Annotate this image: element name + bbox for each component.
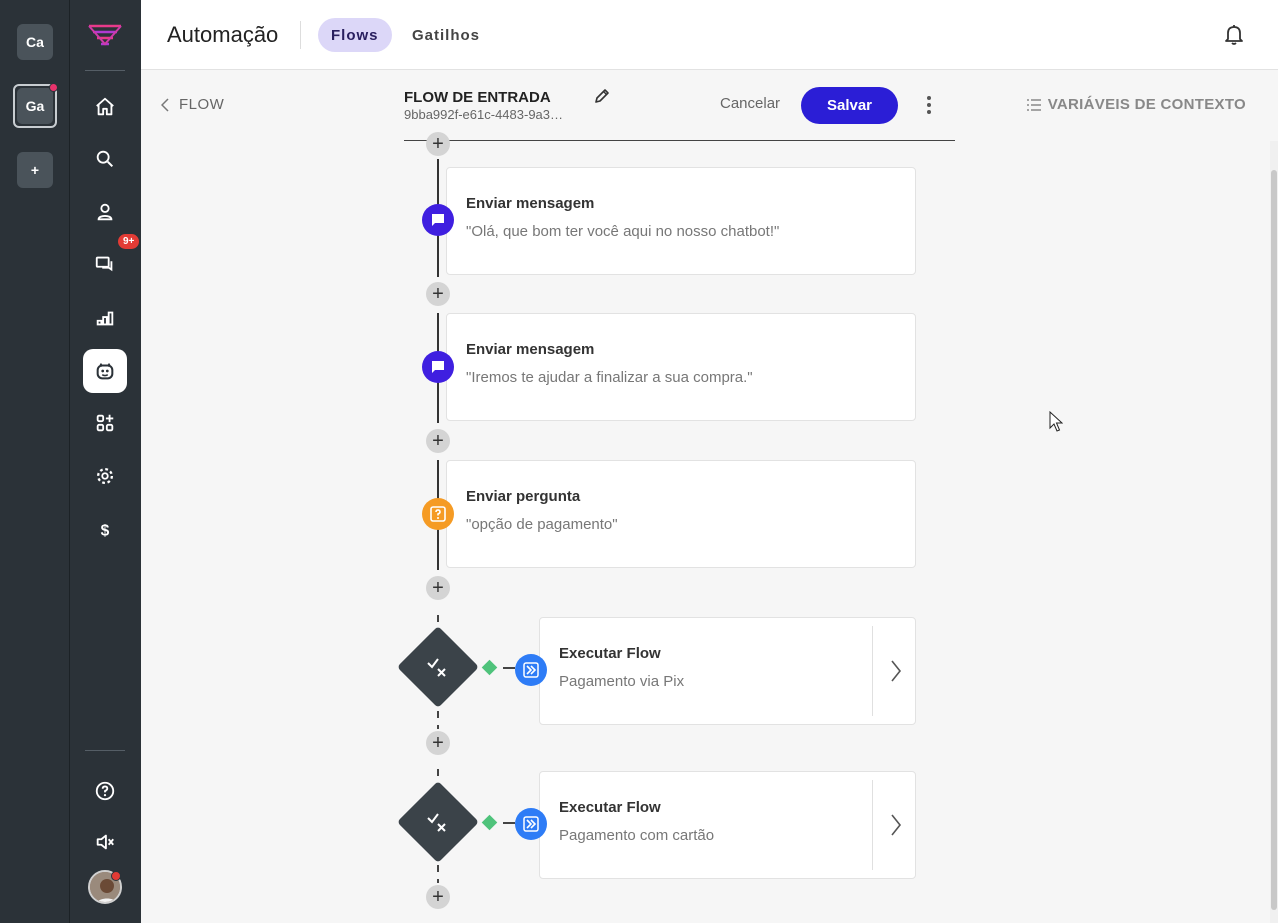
avatar-status-dot — [111, 871, 121, 881]
edit-pencil-icon[interactable] — [593, 87, 611, 105]
step-title: Executar Flow — [559, 799, 661, 816]
dashed-connector — [437, 865, 439, 883]
step-card-execute-flow[interactable]: Executar Flow Pagamento com cartão — [539, 771, 916, 879]
top-header: Automação Flows Gatilhos — [141, 0, 1278, 70]
add-step-button[interactable]: + — [426, 576, 450, 600]
dashed-connector — [437, 711, 439, 729]
step-title: Executar Flow — [559, 645, 661, 662]
card-divider — [872, 626, 873, 716]
brand-logo-icon — [88, 24, 122, 46]
question-icon — [430, 506, 446, 522]
mouse-cursor-icon — [1049, 411, 1063, 432]
add-step-button[interactable]: + — [426, 885, 450, 909]
step-card-execute-flow[interactable]: Executar Flow Pagamento via Pix — [539, 617, 916, 725]
question-node — [422, 498, 454, 530]
nav-divider-bottom — [85, 750, 125, 751]
branch-dot — [481, 659, 498, 676]
add-step-button[interactable]: + — [426, 429, 450, 453]
add-workspace-button[interactable]: + — [17, 152, 53, 188]
scrollbar-thumb[interactable] — [1271, 170, 1277, 910]
more-options-icon[interactable] — [921, 94, 937, 116]
execute-flow-icon — [523, 662, 539, 678]
workspace-ca[interactable]: Ca — [17, 24, 53, 60]
settings-icon — [96, 467, 114, 485]
nav-bot[interactable] — [83, 349, 127, 393]
help-icon — [95, 781, 115, 801]
execute-flow-node — [515, 808, 547, 840]
notification-dot — [49, 83, 58, 92]
svg-text:$: $ — [101, 523, 110, 540]
chat-icon — [95, 256, 113, 272]
chevron-right-icon[interactable] — [889, 812, 903, 838]
step-title: Enviar mensagem — [466, 195, 595, 212]
branch-line — [503, 667, 515, 669]
context-variables-button[interactable]: VARIÁVEIS DE CONTEXTO — [1026, 96, 1246, 113]
apps-icon — [96, 414, 114, 432]
nav-help[interactable] — [83, 769, 127, 813]
branch-line — [503, 822, 515, 824]
nav-home[interactable] — [83, 85, 127, 129]
check-x-icon — [427, 658, 446, 677]
workspace-rail: Ca Ga + — [0, 0, 70, 923]
step-title: Enviar pergunta — [466, 488, 581, 505]
flow-canvas[interactable]: + Enviar mensagem "Olá, que bom ter você… — [141, 132, 1278, 923]
step-text: "Olá, que bom ter você aqui no nosso cha… — [466, 223, 780, 240]
nav-chats[interactable]: 9+ — [83, 234, 140, 286]
message-icon — [432, 361, 444, 373]
notifications-bell-icon[interactable] — [1224, 24, 1244, 46]
header-divider — [300, 21, 301, 49]
back-link[interactable]: FLOW — [161, 96, 224, 113]
back-label: FLOW — [179, 96, 225, 113]
add-step-button[interactable]: + — [426, 132, 450, 156]
home-icon — [96, 97, 114, 116]
step-card-send-question[interactable]: Enviar pergunta "opção de pagamento" — [446, 460, 916, 568]
flow-name: FLOW DE ENTRADA — [404, 89, 551, 106]
nav-apps[interactable] — [83, 401, 127, 445]
nav-settings[interactable] — [83, 454, 127, 498]
chat-badge: 9+ — [118, 234, 140, 249]
workspace-ga[interactable]: Ga — [13, 83, 58, 128]
chevron-right-icon[interactable] — [889, 658, 903, 684]
message-node — [422, 204, 454, 236]
billing-icon: $ — [101, 523, 110, 540]
nav-search[interactable] — [83, 137, 127, 181]
step-text: Pagamento com cartão — [559, 827, 715, 844]
page-title: Automação — [167, 22, 279, 47]
contacts-icon — [97, 203, 113, 221]
save-button[interactable]: Salvar — [801, 87, 898, 124]
nav-billing[interactable]: $ — [83, 508, 127, 552]
chevron-left-icon — [161, 97, 169, 112]
card-divider — [872, 780, 873, 870]
nav-divider — [85, 70, 125, 71]
check-x-icon — [427, 813, 446, 832]
reports-icon — [96, 311, 114, 326]
context-variables-label: VARIÁVEIS DE CONTEXTO — [1047, 96, 1246, 113]
step-text: Pagamento via Pix — [559, 673, 685, 690]
main-nav: 9+ $ — [70, 0, 141, 923]
search-icon — [96, 150, 114, 168]
step-text: "Iremos te ajudar a finalizar a sua comp… — [466, 369, 753, 386]
add-step-button[interactable]: + — [426, 731, 450, 755]
list-icon — [1026, 98, 1041, 111]
execute-flow-node — [515, 654, 547, 686]
message-node — [422, 351, 454, 383]
flow-toolbar: FLOW FLOW DE ENTRADA 9bba992f-e61c-4483-… — [141, 70, 1278, 140]
cancel-button[interactable]: Cancelar — [720, 95, 780, 112]
tab-flows[interactable]: Flows — [318, 18, 392, 52]
nav-mute[interactable] — [83, 820, 127, 864]
message-icon — [432, 214, 444, 226]
flow-id: 9bba992f-e61c-4483-9a3… — [404, 107, 564, 122]
step-title: Enviar mensagem — [466, 341, 595, 358]
mute-icon — [96, 834, 114, 850]
branch-dot — [481, 814, 498, 831]
execute-flow-icon — [523, 816, 539, 832]
step-text: "opção de pagamento" — [466, 516, 618, 533]
nav-contacts[interactable] — [83, 190, 127, 234]
add-step-button[interactable]: + — [426, 282, 450, 306]
nav-reports[interactable] — [83, 296, 127, 340]
tab-gatilhos[interactable]: Gatilhos — [399, 18, 493, 52]
step-card-send-message[interactable]: Enviar mensagem "Olá, que bom ter você a… — [446, 167, 916, 275]
step-card-send-message[interactable]: Enviar mensagem "Iremos te ajudar a fina… — [446, 313, 916, 421]
bot-icon — [96, 363, 114, 380]
